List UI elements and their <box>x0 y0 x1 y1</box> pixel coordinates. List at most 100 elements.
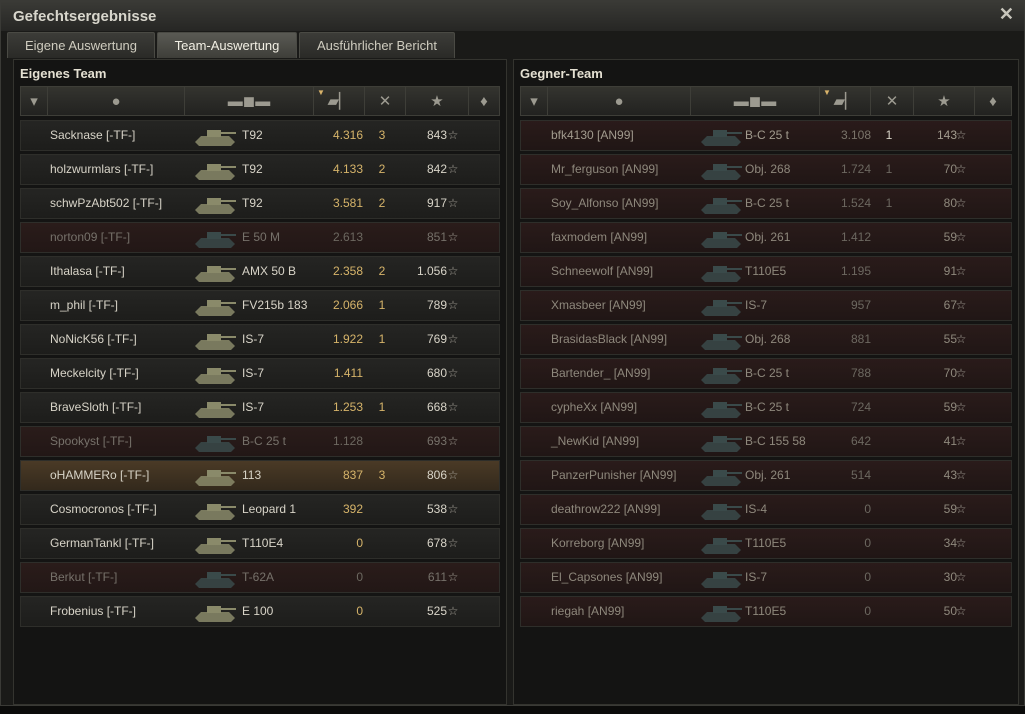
player-row[interactable]: Cosmocronos [-TF-] Leopard 1 392 538 ☆ <box>20 494 500 525</box>
player-row[interactable]: NoNicK56 [-TF-] IS-7 1.922 1 769 ☆ <box>20 324 500 355</box>
player-row[interactable]: Sacknase [-TF-] T92 4.316 3 843 ☆ <box>20 120 500 151</box>
star-icon: ☆ <box>955 570 967 584</box>
damage-value: 1.922 <box>332 332 363 346</box>
star-icon: ☆ <box>955 502 967 516</box>
player-row[interactable]: norton09 [-TF-] E 50 M 2.613 851 ☆ <box>20 222 500 253</box>
own-team-panel: Eigenes Team ▾ ● ▬◼▬ ▼ ▰▏ ✕ ★ ♦ Sacknase … <box>13 59 507 705</box>
player-row[interactable]: Schneewolf [AN99] T110E5 1.195 91 ☆ <box>520 256 1012 287</box>
vehicle-name: AMX 50 B <box>242 264 297 278</box>
tier-badge-icon[interactable]: ▾ <box>21 87 48 115</box>
player-row[interactable]: GermanTankl [-TF-] T110E4 0 678 ☆ <box>20 528 500 559</box>
damage-value: 1.253 <box>332 400 363 414</box>
damage-value: 788 <box>850 366 871 380</box>
player-row[interactable]: faxmodem [AN99] Obj. 261 1.412 59 ☆ <box>520 222 1012 253</box>
player-name: Berkut [-TF-] <box>50 570 118 584</box>
kills-value: 1 <box>378 298 386 312</box>
star-icon[interactable]: ★ <box>406 87 469 115</box>
player-row[interactable]: Meckelcity [-TF-] IS-7 1.411 680 ☆ <box>20 358 500 389</box>
player-row[interactable]: Soy_Alfonso [AN99] B-C 25 t 1.524 1 80 ☆ <box>520 188 1012 219</box>
tank-icon[interactable]: ▬◼▬ <box>185 87 314 115</box>
player-name: _NewKid [AN99] <box>551 434 640 448</box>
tank-icon[interactable]: ▬◼▬ <box>691 87 820 115</box>
vehicle-name: E 50 M <box>242 230 281 244</box>
star-icon: ☆ <box>955 230 967 244</box>
vehicle-name: E 100 <box>242 604 274 618</box>
damage-value: 392 <box>342 502 363 516</box>
player-row[interactable]: riegah [AN99] T110E5 0 50 ☆ <box>520 596 1012 627</box>
medal-icon[interactable]: ♦ <box>975 87 1011 115</box>
player-row[interactable]: BraveSloth [-TF-] IS-7 1.253 1 668 ☆ <box>20 392 500 423</box>
tank-icon <box>191 258 239 284</box>
battle-results-window: Gefechtsergebnisse ✕ Eigene Auswertung T… <box>0 0 1025 706</box>
tab-team-auswertung[interactable]: Team-Auswertung <box>157 32 297 58</box>
player-row[interactable]: holzwurmlars [-TF-] T92 4.133 2 842 ☆ <box>20 154 500 185</box>
damage-value: 2.358 <box>332 264 363 278</box>
star-icon: ☆ <box>955 162 967 176</box>
player-row[interactable]: Xmasbeer [AN99] IS-7 957 67 ☆ <box>520 290 1012 321</box>
tank-icon <box>697 462 745 488</box>
damage-value: 4.133 <box>332 162 363 176</box>
player-row[interactable]: deathrow222 [AN99] IS-4 0 59 ☆ <box>520 494 1012 525</box>
kills-value: 1 <box>885 196 893 210</box>
player-row[interactable]: _NewKid [AN99] B-C 155 58 642 41 ☆ <box>520 426 1012 457</box>
star-icon: ☆ <box>447 332 459 346</box>
player-row[interactable]: bfk4130 [AN99] B-C 25 t 3.108 1 143 ☆ <box>520 120 1012 151</box>
player-name: Mr_ferguson [AN99] <box>551 162 659 176</box>
player-row[interactable]: Frobenius [-TF-] E 100 0 525 ☆ <box>20 596 500 627</box>
star-icon[interactable]: ★ <box>914 87 975 115</box>
damage-value: 837 <box>342 468 363 482</box>
xp-value: 538 <box>426 502 447 516</box>
xp-value: 43 <box>943 468 957 482</box>
close-icon[interactable]: ✕ <box>999 4 1014 25</box>
vehicle-name: B-C 25 t <box>745 366 790 380</box>
xp-value: 59 <box>943 230 957 244</box>
tank-icon <box>697 326 745 352</box>
player-row[interactable]: PanzerPunisher [AN99] Obj. 261 514 43 ☆ <box>520 460 1012 491</box>
player-row[interactable]: Spookyst [-TF-] B-C 25 t 1.128 693 ☆ <box>20 426 500 457</box>
player-row[interactable]: cypheXx [AN99] B-C 25 t 724 59 ☆ <box>520 392 1012 423</box>
destroyed-tanks-icon[interactable]: ✕ <box>871 87 914 115</box>
xp-value: 59 <box>943 502 957 516</box>
enemy-team-title: Gegner-Team <box>520 66 603 81</box>
destroyed-tanks-icon[interactable]: ✕ <box>365 87 406 115</box>
player-row[interactable]: schwPzAbt502 [-TF-] T92 3.581 2 917 ☆ <box>20 188 500 219</box>
vehicle-name: B-C 25 t <box>745 400 790 414</box>
xp-value: 143 <box>936 128 957 142</box>
player-name: NoNicK56 [-TF-] <box>50 332 137 346</box>
star-icon: ☆ <box>447 128 459 142</box>
player-name: Bartender_ [AN99] <box>551 366 651 380</box>
kills-value <box>874 461 904 490</box>
player-row[interactable]: Bartender_ [AN99] B-C 25 t 788 70 ☆ <box>520 358 1012 389</box>
star-icon: ☆ <box>447 264 459 278</box>
player-row[interactable]: El_Capsones [AN99] IS-7 0 30 ☆ <box>520 562 1012 593</box>
tier-badge-icon[interactable]: ▾ <box>521 87 548 115</box>
tab-ausfuehrlicher-bericht[interactable]: Ausführlicher Bericht <box>299 32 455 58</box>
player-row[interactable]: Ithalasa [-TF-] AMX 50 B 2.358 2 1.056 ☆ <box>20 256 500 287</box>
vehicle-name: Leopard 1 <box>242 502 297 516</box>
damage-value: 957 <box>850 298 871 312</box>
player-row[interactable]: Berkut [-TF-] T-62A 0 611 ☆ <box>20 562 500 593</box>
player-name: faxmodem [AN99] <box>551 230 648 244</box>
kills-value <box>367 359 397 388</box>
damage-icon[interactable]: ▼ ▰▏ <box>314 87 365 115</box>
player-name: m_phil [-TF-] <box>50 298 119 312</box>
player-icon[interactable]: ● <box>548 87 691 115</box>
damage-icon[interactable]: ▼ ▰▏ <box>820 87 871 115</box>
tab-eigene-auswertung[interactable]: Eigene Auswertung <box>7 32 155 58</box>
player-row[interactable]: m_phil [-TF-] FV215b 183 2.066 1 789 ☆ <box>20 290 500 321</box>
medal-icon[interactable]: ♦ <box>469 87 499 115</box>
player-row[interactable]: oHAMMERo [-TF-] 113 837 3 806 ☆ <box>20 460 500 491</box>
player-row[interactable]: BrasidasBlack [AN99] Obj. 268 881 55 ☆ <box>520 324 1012 355</box>
xp-value: 1.056 <box>416 264 447 278</box>
player-name: Korreborg [AN99] <box>551 536 645 550</box>
xp-value: 525 <box>426 604 447 618</box>
star-icon: ☆ <box>955 536 967 550</box>
star-icon: ☆ <box>447 502 459 516</box>
player-row[interactable]: Mr_ferguson [AN99] Obj. 268 1.724 1 70 ☆ <box>520 154 1012 185</box>
vehicle-name: B-C 25 t <box>242 434 287 448</box>
kills-value <box>874 223 904 252</box>
tank-icon <box>191 564 239 590</box>
player-row[interactable]: Korreborg [AN99] T110E5 0 34 ☆ <box>520 528 1012 559</box>
player-name: Soy_Alfonso [AN99] <box>551 196 659 210</box>
player-icon[interactable]: ● <box>48 87 185 115</box>
